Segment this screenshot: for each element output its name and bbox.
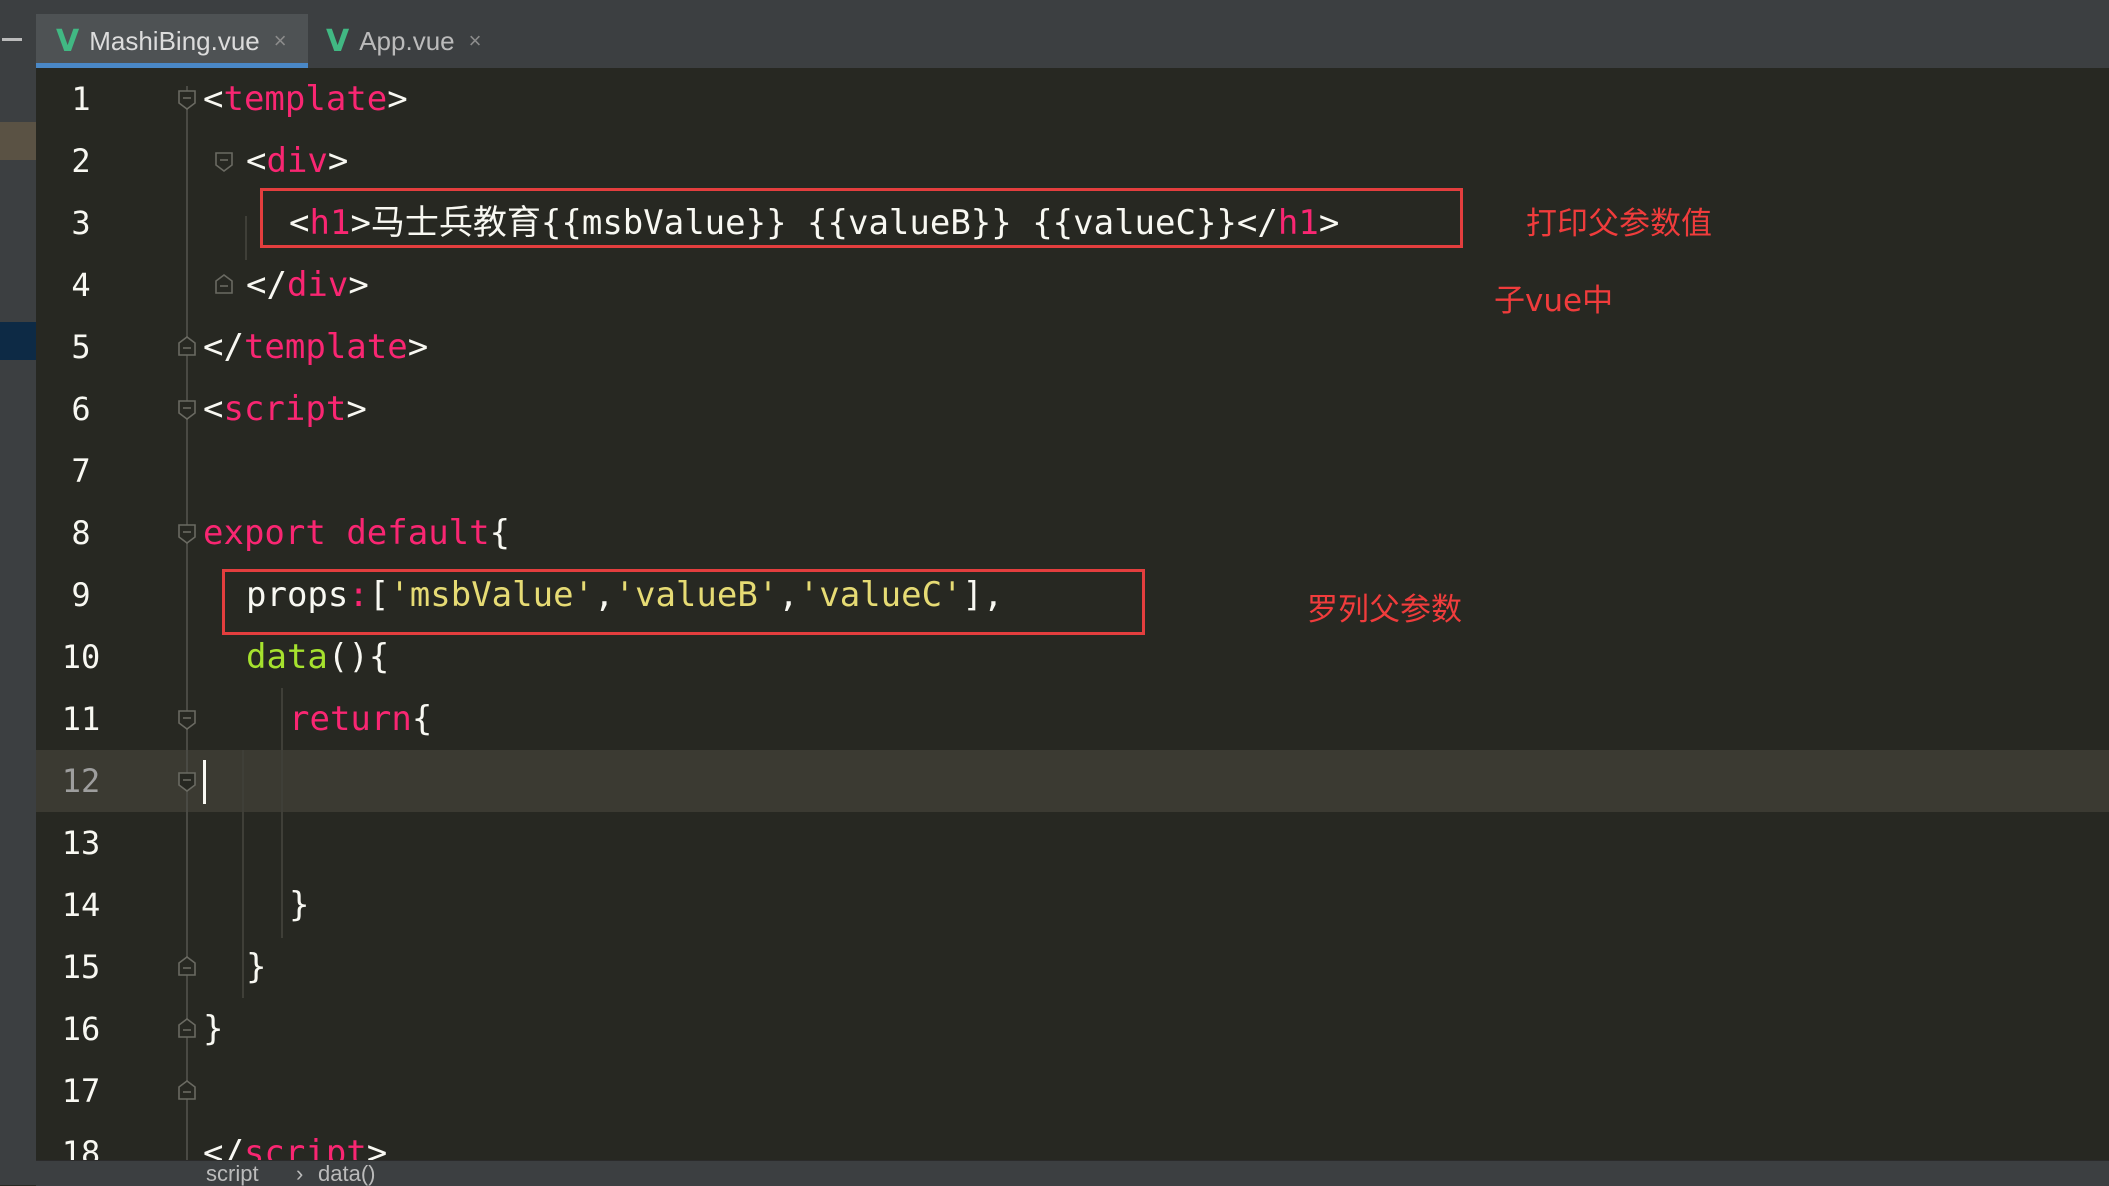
code-line: <template> (203, 79, 408, 119)
code-line: </script> (203, 1133, 388, 1160)
fold-end-icon[interactable] (213, 274, 235, 296)
line-number-current: 12 (61, 762, 101, 800)
left-tool-strip (0, 14, 36, 1185)
line-number: 16 (61, 1010, 101, 1048)
code-line: </div> (246, 265, 369, 305)
breadcrumb-bar: script › data() (36, 1160, 2109, 1186)
fold-collapse-icon[interactable] (176, 708, 198, 730)
indent-guide (281, 688, 283, 938)
editor-tab-bar: V MashiBing.vue × V App.vue × (36, 14, 2109, 69)
breadcrumb-item-data[interactable]: data() (318, 1161, 375, 1186)
line-number: 14 (61, 886, 101, 924)
line-number: 7 (71, 452, 91, 490)
code-line: </template> (203, 327, 429, 367)
annotation-list-parent-params: 罗列父参数 (1307, 592, 1462, 628)
line-number: 15 (61, 948, 101, 986)
line-number: 6 (71, 390, 91, 428)
line-number: 3 (71, 204, 91, 242)
fold-end-icon[interactable] (176, 1018, 198, 1040)
breadcrumb-item-script[interactable]: script (206, 1161, 259, 1186)
fold-collapse-icon[interactable] (176, 770, 198, 792)
annotation-print-parent-values: 打印父参数值 (1526, 206, 1712, 242)
line-number: 13 (61, 824, 101, 862)
fold-collapse-icon[interactable] (176, 88, 198, 110)
line-number: 1 (71, 80, 91, 118)
tab-label: App.vue (359, 25, 455, 56)
tab-app-vue[interactable]: V App.vue × (326, 14, 516, 68)
line-number: 18 (61, 1134, 101, 1160)
minimize-icon[interactable] (2, 38, 22, 41)
indent-guide (242, 750, 244, 998)
fold-collapse-icon[interactable] (213, 150, 235, 172)
annotation-box-props (222, 569, 1145, 635)
code-line: data(){ (246, 637, 390, 677)
close-icon[interactable]: × (274, 28, 287, 54)
line-number: 11 (61, 700, 101, 738)
tab-label: MashiBing.vue (89, 25, 260, 56)
line-number: 4 (71, 266, 91, 304)
line-number: 8 (71, 514, 91, 552)
code-line: } (246, 947, 267, 987)
code-editor[interactable]: 1 2 3 4 5 6 7 8 9 10 11 12 13 14 15 16 1… (36, 68, 2109, 1160)
code-line: <div> (246, 141, 349, 181)
current-line-highlight (36, 750, 2109, 812)
fold-collapse-icon[interactable] (176, 522, 198, 544)
breadcrumb-separator: › (296, 1161, 304, 1186)
annotation-child-vue: 子vue中 (1494, 283, 1614, 319)
tool-window-marker[interactable] (0, 122, 36, 160)
fold-collapse-icon[interactable] (176, 398, 198, 420)
vue-file-icon: V (326, 23, 350, 59)
window-top-bar (0, 0, 2109, 15)
line-number: 9 (71, 576, 91, 614)
annotation-box-h1 (260, 188, 1463, 248)
line-number: 10 (61, 638, 101, 676)
close-icon[interactable]: × (469, 28, 482, 54)
vue-file-icon: V (56, 23, 80, 59)
code-line: <script> (203, 389, 367, 429)
code-line: return{ (289, 699, 433, 739)
tab-mashibing-vue[interactable]: V MashiBing.vue × (36, 14, 308, 68)
fold-end-icon[interactable] (176, 956, 198, 978)
code-line: export default{ (203, 513, 511, 553)
line-number: 5 (71, 328, 91, 366)
fold-guide (186, 86, 188, 1160)
tool-window-marker-active[interactable] (0, 322, 36, 360)
code-line: } (289, 885, 310, 925)
code-line: } (203, 1009, 224, 1049)
fold-end-icon[interactable] (176, 336, 198, 358)
text-cursor (203, 760, 206, 804)
fold-end-icon[interactable] (176, 1080, 198, 1102)
line-number: 17 (61, 1072, 101, 1110)
line-number: 2 (71, 142, 91, 180)
